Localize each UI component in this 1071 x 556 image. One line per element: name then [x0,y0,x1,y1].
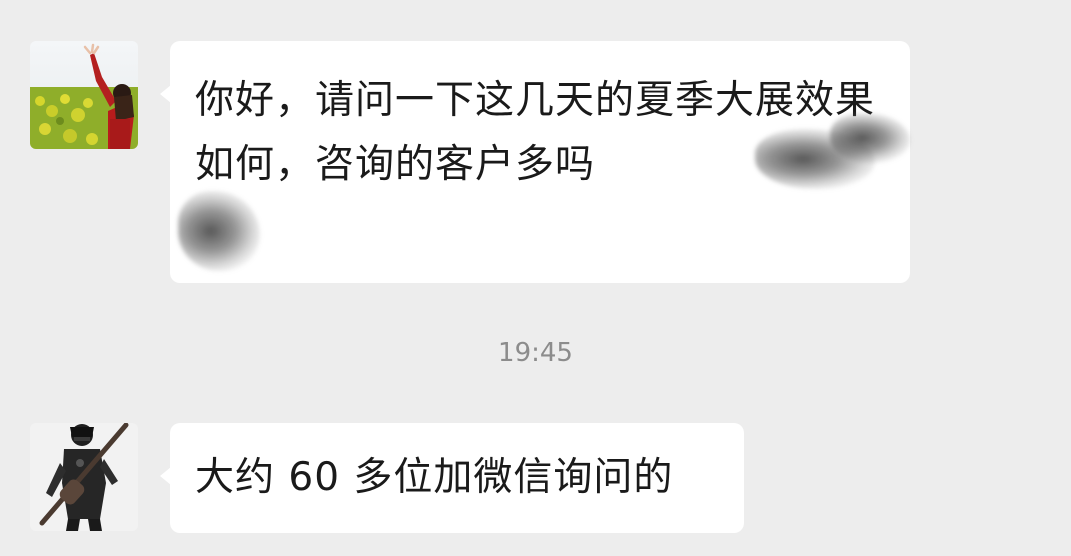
avatar-image [30,423,138,531]
redaction-scribble [178,191,260,271]
self-avatar[interactable] [30,423,138,531]
message-bubble-contact[interactable]: 你好，请问一下这几天的夏季大展效果如何，咨询的客户多吗 [160,41,910,283]
contact-avatar[interactable] [30,41,138,149]
avatar-image [30,41,138,149]
timestamp: 19:45 [498,338,573,368]
redaction-scribble [830,113,910,163]
message-text: 大约 60 多位加微信询问的 [195,455,674,500]
message-bubble-self[interactable]: 大约 60 多位加微信询问的 [160,423,744,533]
